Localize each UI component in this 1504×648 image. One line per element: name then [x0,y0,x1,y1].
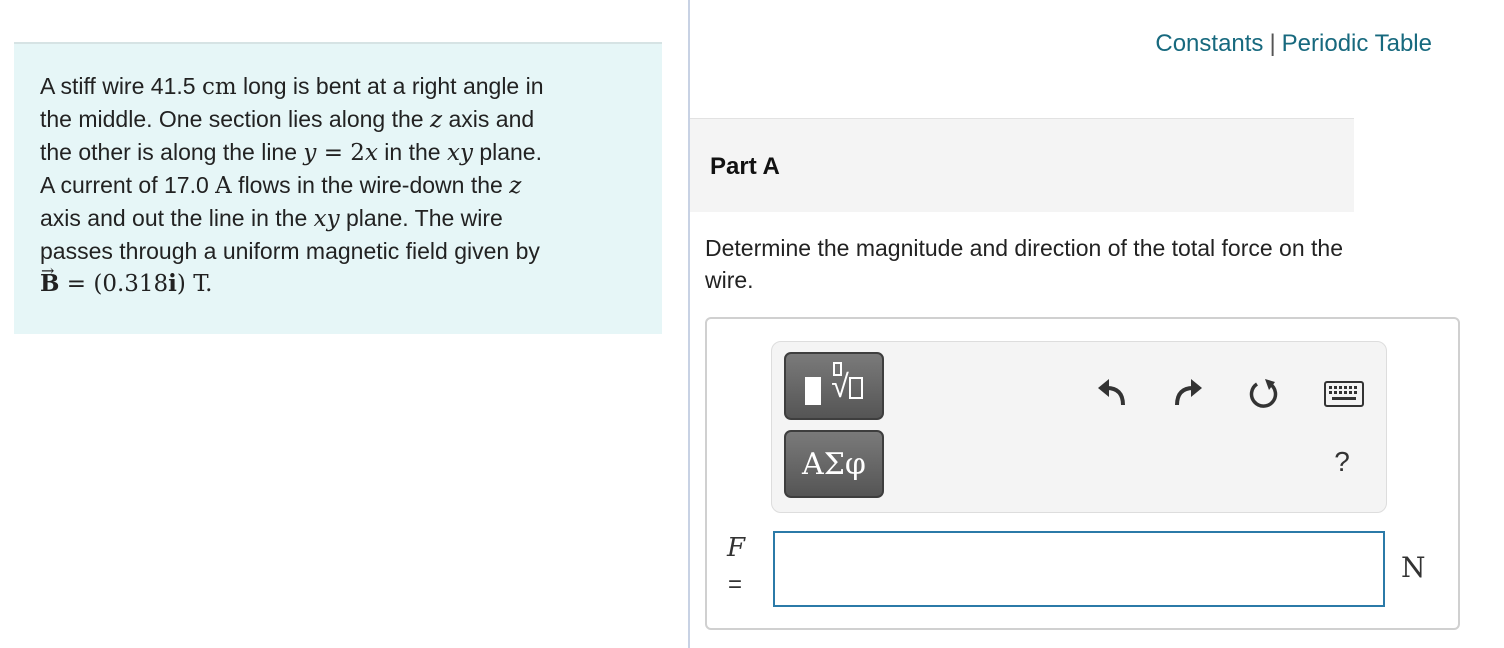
question-text: Determine the magnitude and direction of… [705,235,1344,293]
math-text: ) T. [176,271,213,297]
problem-text: axis and out the line in the [40,205,314,231]
answer-variable: F [727,533,746,563]
math-text: = (0.318 [59,271,169,297]
problem-text: long is bent at a right angle in [236,73,544,99]
math-text: = 2 [316,140,365,166]
templates-button[interactable]: √ [784,352,884,420]
reset-icon[interactable] [1242,372,1286,416]
column-divider [688,0,690,648]
unit-text: A [215,173,232,199]
help-button[interactable]: ? [1324,446,1360,486]
problem-line: A current of 17.0 A flows in the wire-do… [40,169,640,202]
unit-label: N [1401,551,1426,584]
field-equation: → B = (0.318i) T. [40,261,640,300]
unit-vector: i [168,270,177,297]
keyboard-icon[interactable] [1322,372,1366,416]
link-separator: | [1269,30,1276,57]
problem-line: passes through a uniform magnetic field … [40,235,640,267]
redo-icon[interactable] [1166,372,1210,416]
unit-text: cm [201,74,237,100]
problem-text: axis and [442,106,535,132]
resource-links: Constants | Periodic Table [1155,30,1432,58]
vector-arrow-icon: → [41,261,55,280]
problem-text: plane. [472,139,542,165]
problem-text: in the [377,139,447,165]
math-variable: y [303,140,317,166]
math-variable: xy [313,206,340,232]
problem-line: axis and out the line in the xy plane. T… [40,202,640,235]
answer-box: √ ΑΣφ ? F = N [705,317,1460,630]
equals-sign: = [728,571,743,598]
math-toolbar: √ ΑΣφ ? [771,341,1387,513]
problem-text: the other is along the line [40,139,304,165]
part-title: Part A [710,153,780,180]
problem-statement-panel: A stiff wire 41.5 cm long is bent at a r… [14,42,662,334]
problem-text: the middle. One section lies along the [40,106,430,132]
problem-line: the other is along the line y = 2x in th… [40,136,640,169]
answer-input[interactable] [773,531,1385,607]
problem-text: plane. The wire [339,205,503,231]
periodic-table-link[interactable]: Periodic Table [1282,30,1432,57]
math-variable: xy [446,140,473,166]
problem-text: A stiff wire 41.5 [40,73,202,99]
symbols-button[interactable]: ΑΣφ [784,430,884,498]
constants-link[interactable]: Constants [1155,30,1263,57]
math-variable: z [429,107,443,133]
field-vector: → B [40,261,59,300]
problem-statement: A stiff wire 41.5 cm long is bent at a r… [40,70,640,300]
problem-line: the middle. One section lies along the z… [40,103,640,136]
part-header[interactable]: Part A [690,118,1354,212]
problem-text: passes through a uniform magnetic field … [40,238,540,264]
math-variable: x [364,140,378,166]
problem-text: flows in the wire-down the [231,172,510,198]
templates-icon: √ [805,362,863,405]
math-variable: z [509,173,522,199]
problem-line: A stiff wire 41.5 cm long is bent at a r… [40,70,640,103]
undo-icon[interactable] [1090,372,1134,416]
problem-text: A current of 17.0 [40,172,216,198]
